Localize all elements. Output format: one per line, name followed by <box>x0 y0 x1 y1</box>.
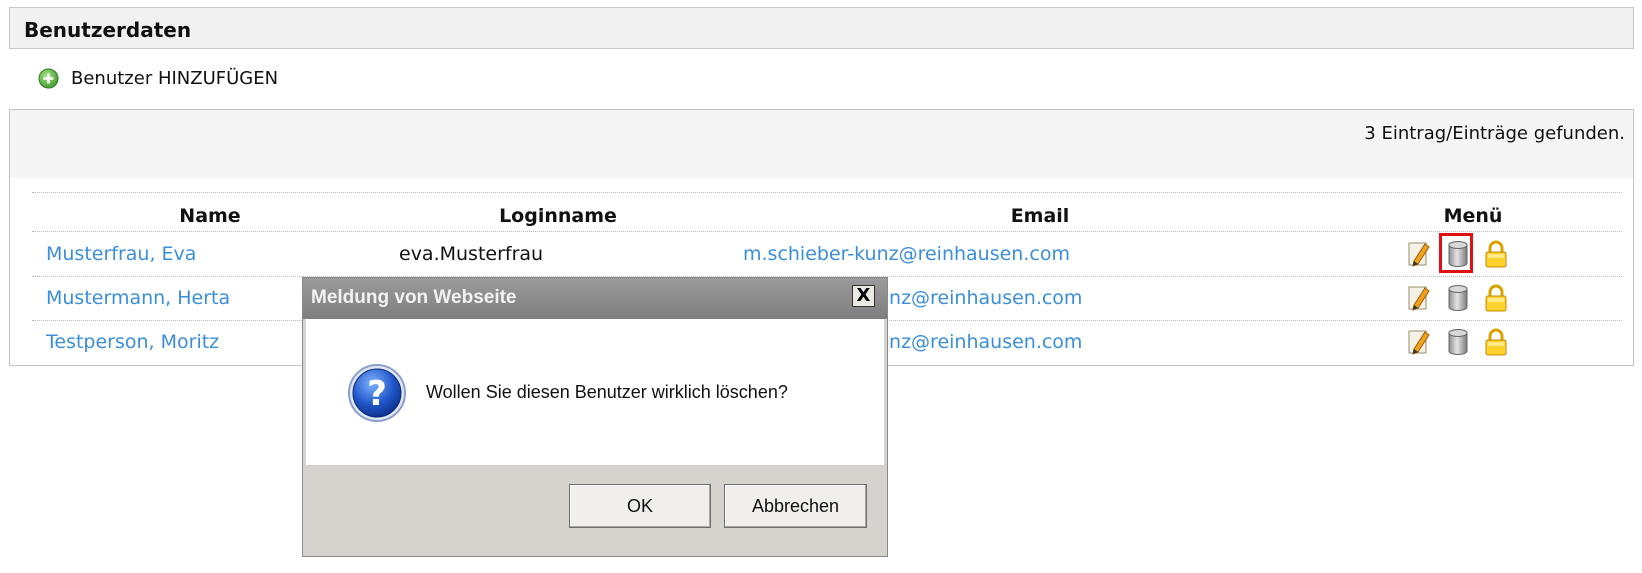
user-name-link[interactable]: Testperson, Moritz <box>46 331 219 353</box>
divider <box>32 192 1622 193</box>
user-name-link[interactable]: Mustermann, Herta <box>46 287 230 309</box>
edit-pencil-icon[interactable] <box>1407 327 1433 357</box>
add-user-label: Benutzer HINZUFÜGEN <box>71 67 279 89</box>
delete-database-icon[interactable] <box>1445 283 1471 313</box>
cancel-button[interactable]: Abbrechen <box>724 484 867 528</box>
table-row: Musterfrau, Eva eva.Musterfrau m.schiebe… <box>10 233 1633 276</box>
edit-pencil-icon[interactable] <box>1407 283 1433 313</box>
column-header-email: Email <box>1010 205 1070 227</box>
plus-circle-icon <box>38 68 59 89</box>
panel-toolbar: 3 Eintrag/Einträge gefunden. <box>10 110 1633 178</box>
dialog-title: Meldung von Webseite <box>311 287 517 308</box>
column-header-menu: Menü <box>1443 205 1503 227</box>
lock-icon[interactable] <box>1483 327 1509 357</box>
edit-pencil-icon[interactable] <box>1407 239 1433 269</box>
result-count: 3 Eintrag/Einträge gefunden. <box>1364 123 1625 144</box>
column-header-loginname: Loginname <box>499 205 617 227</box>
question-icon: ? <box>346 362 408 424</box>
user-loginname: eva.Musterfrau <box>399 243 544 265</box>
section-header: Benutzerdaten <box>9 7 1634 49</box>
divider <box>32 231 1622 232</box>
highlight-box <box>1439 233 1473 273</box>
ok-button[interactable]: OK <box>569 484 711 528</box>
row-menu <box>1407 327 1509 357</box>
dialog-close-button[interactable]: X <box>852 285 875 307</box>
user-name-link[interactable]: Musterfrau, Eva <box>46 243 196 265</box>
dialog-body: ? Wollen Sie diesen Benutzer wirklich lö… <box>306 319 884 465</box>
lock-icon[interactable] <box>1483 239 1509 269</box>
lock-icon[interactable] <box>1483 283 1509 313</box>
user-email-link[interactable]: m.schieber-kunz@reinhausen.com <box>743 243 1070 265</box>
dialog-message: Wollen Sie diesen Benutzer wirklich lösc… <box>426 382 788 402</box>
user-email-link[interactable]: unz@reinhausen.com <box>877 331 1082 353</box>
confirm-dialog: Meldung von Webseite X ? Wollen Sie dies… <box>302 277 888 557</box>
svg-text:?: ? <box>367 374 387 414</box>
delete-database-icon[interactable] <box>1445 327 1471 357</box>
page-title: Benutzerdaten <box>24 18 192 42</box>
dialog-titlebar[interactable]: Meldung von Webseite X <box>303 278 887 319</box>
delete-database-icon[interactable] <box>1439 233 1473 273</box>
row-menu <box>1407 283 1509 313</box>
add-user-link[interactable]: Benutzer HINZUFÜGEN <box>38 66 278 90</box>
row-menu <box>1407 233 1509 273</box>
column-header-name: Name <box>179 205 241 227</box>
user-email-link[interactable]: unz@reinhausen.com <box>877 287 1082 309</box>
